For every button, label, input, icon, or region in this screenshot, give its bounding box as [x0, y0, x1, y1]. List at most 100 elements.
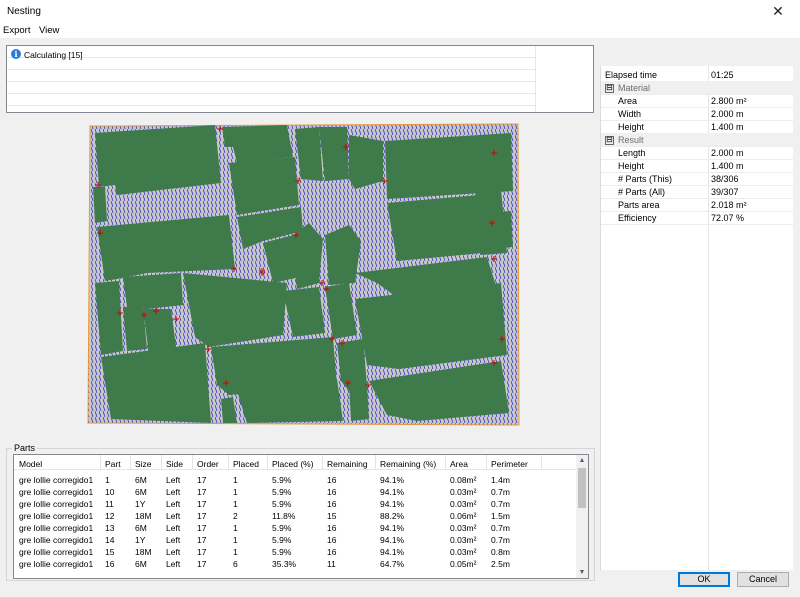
column-header-placed-pct[interactable]: Placed (%): [272, 459, 314, 469]
table-row[interactable]: gre lollie corregido1 11 1Y Left 17 1 5.9% 16 94…: [14, 498, 576, 510]
property-row-height[interactable]: Height 1.400 m: [601, 120, 793, 134]
cell-order: 17: [197, 547, 207, 557]
nested-part: [101, 343, 211, 423]
nested-part: [349, 135, 383, 189]
cell-placed: 1: [233, 487, 238, 497]
table-row[interactable]: gre lollie corregido1 10 6M Left 17 1 5.9% 16 94…: [14, 486, 576, 498]
nested-part: [95, 125, 221, 195]
scroll-down-icon[interactable]: ▼: [576, 567, 588, 578]
cell-remaining-pct: 94.1%: [380, 487, 405, 497]
cell-model: gre lollie corregido1: [19, 475, 94, 485]
menu-view[interactable]: View: [39, 25, 59, 36]
category-result[interactable]: ⊟ Result: [601, 133, 793, 147]
cell-part: 13: [105, 523, 115, 533]
column-header-model[interactable]: Model: [19, 459, 42, 469]
property-row-parts-this[interactable]: # Parts (This) 38/306: [601, 172, 793, 186]
column-header-area[interactable]: Area: [450, 459, 468, 469]
table-row[interactable]: gre lollie corregido1 13 6M Left 17 1 5.9% 16 94…: [14, 522, 576, 534]
property-row-length[interactable]: Length 2.000 m: [601, 146, 793, 160]
property-label: Area: [618, 96, 638, 106]
column-header-remaining-pct[interactable]: Remaining (%): [380, 459, 436, 469]
property-label: Length: [618, 148, 646, 158]
scroll-up-icon[interactable]: ▲: [576, 455, 588, 466]
cell-side: Left: [166, 499, 181, 509]
cell-remaining: 16: [327, 523, 337, 533]
ok-button[interactable]: OK: [678, 572, 730, 587]
column-header-size[interactable]: Size: [135, 459, 152, 469]
property-row-width[interactable]: Width 2.000 m: [601, 107, 793, 121]
column-header-part[interactable]: Part: [105, 459, 121, 469]
cell-area: 0.08m²: [450, 475, 477, 485]
cell-placed-pct: 5.9%: [272, 535, 292, 545]
table-row[interactable]: gre lollie corregido1 12 18M Left 17 2 11.8% 15…: [14, 510, 576, 522]
cell-side: Left: [166, 475, 181, 485]
nesting-canvas[interactable]: [87, 123, 521, 427]
close-icon[interactable]: ✕: [756, 0, 800, 22]
cell-order: 17: [197, 475, 207, 485]
column-header-remaining[interactable]: Remaining: [327, 459, 368, 469]
cell-part: 11: [105, 499, 114, 509]
parts-table[interactable]: Model Part Size Side Order Placed Placed…: [13, 454, 589, 579]
properties-grid: Elapsed time 01:25 ⊟ Material Area 2.800…: [600, 66, 793, 570]
cell-remaining: 15: [327, 511, 337, 521]
property-value: 01:25: [711, 70, 734, 80]
menu-bar: Export View: [0, 22, 800, 38]
cell-perimeter: 0.7m: [491, 523, 510, 533]
cell-area: 0.03m²: [450, 523, 477, 533]
cell-part: 16: [105, 559, 115, 569]
property-label: Elapsed time: [605, 70, 658, 80]
column-header-placed[interactable]: Placed: [233, 459, 259, 469]
nested-part: [325, 225, 361, 285]
property-value: 2.800 m²: [711, 96, 747, 106]
property-row-height[interactable]: Height 1.400 m: [601, 159, 793, 173]
cell-perimeter: 1.4m: [491, 475, 510, 485]
header-divider: [192, 455, 193, 469]
cell-placed: 1: [233, 499, 238, 509]
category-label: Material: [618, 83, 651, 93]
collapse-icon[interactable]: ⊟: [605, 84, 614, 93]
property-label: Width: [618, 109, 642, 119]
cell-size: 6M: [135, 559, 147, 569]
scroll-thumb[interactable]: [578, 468, 586, 508]
cell-placed-pct: 5.9%: [272, 523, 292, 533]
cell-placed: 1: [233, 475, 238, 485]
cell-area: 0.05m²: [450, 559, 477, 569]
property-value: 38/306: [711, 174, 739, 184]
cell-order: 17: [197, 523, 207, 533]
category-material[interactable]: ⊟ Material: [601, 81, 793, 95]
table-row[interactable]: gre lollie corregido1 16 6M Left 17 6 35.3% 11 6…: [14, 558, 576, 570]
log-panel: i Calculating [15]: [6, 45, 594, 113]
cell-placed-pct: 35.3%: [272, 559, 297, 569]
cell-order: 17: [197, 535, 207, 545]
cell-remaining: 16: [327, 475, 337, 485]
cell-perimeter: 0.7m: [491, 499, 510, 509]
table-row[interactable]: gre lollie corregido1 14 1Y Left 17 1 5.9% 16 94…: [14, 534, 576, 546]
table-row[interactable]: gre lollie corregido1 15 18M Left 17 1 5.9% 16 9…: [14, 546, 576, 558]
property-row-parts-all[interactable]: # Parts (All) 39/307: [601, 185, 793, 199]
collapse-icon[interactable]: ⊟: [605, 136, 614, 145]
cell-side: Left: [166, 535, 181, 545]
property-row-efficiency[interactable]: Efficiency 72.07 %: [601, 211, 793, 225]
nested-part: [93, 187, 107, 223]
column-header-side[interactable]: Side: [166, 459, 183, 469]
cell-perimeter: 2.5m: [491, 559, 510, 569]
menu-export[interactable]: Export: [3, 25, 30, 36]
table-row[interactable]: gre lollie corregido1 1 6M Left 17 1 5.9% 16 94.…: [14, 474, 576, 486]
property-row-area[interactable]: Area 2.800 m²: [601, 94, 793, 108]
property-label: # Parts (This): [618, 174, 673, 184]
vertical-scrollbar[interactable]: ▲ ▼: [576, 455, 588, 578]
cell-model: gre lollie corregido1: [19, 535, 94, 545]
column-header-order[interactable]: Order: [197, 459, 219, 469]
cell-placed: 1: [233, 523, 238, 533]
column-header-perimeter[interactable]: Perimeter: [491, 459, 528, 469]
cell-remaining: 16: [327, 547, 337, 557]
cell-remaining: 11: [327, 559, 336, 569]
cell-remaining-pct: 88.2%: [380, 511, 405, 521]
cancel-button[interactable]: Cancel: [737, 572, 789, 587]
cell-remaining-pct: 94.1%: [380, 547, 405, 557]
log-row-empty: [7, 58, 535, 70]
cell-area: 0.06m²: [450, 511, 477, 521]
cell-area: 0.03m²: [450, 499, 477, 509]
property-row-parts-area[interactable]: Parts area 2.018 m²: [601, 198, 793, 212]
cell-size: 1Y: [135, 499, 146, 509]
